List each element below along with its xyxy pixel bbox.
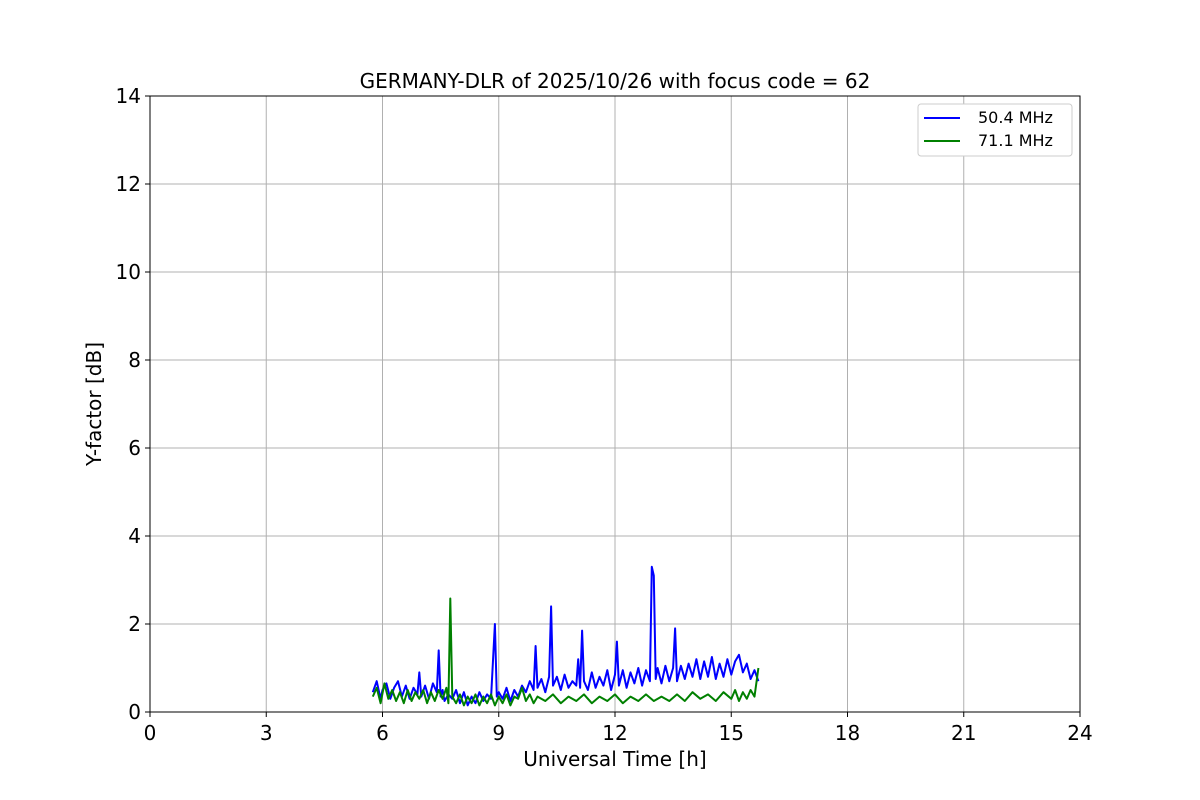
y-tick-label: 0 (128, 700, 141, 724)
x-tick-label: 12 (602, 721, 627, 745)
chart: GERMANY-DLR of 2025/10/26 with focus cod… (0, 0, 1200, 800)
y-tick-label: 6 (128, 436, 141, 460)
x-tick-label: 21 (951, 721, 976, 745)
x-tick-label: 0 (144, 721, 157, 745)
x-tick-label: 18 (835, 721, 860, 745)
legend-label-1: 71.1 MHz (978, 131, 1053, 150)
y-tick-label: 10 (116, 260, 141, 284)
y-tick-label: 8 (128, 348, 141, 372)
x-tick-label: 24 (1067, 721, 1092, 745)
x-axis-label: Universal Time [h] (523, 747, 706, 771)
y-tick-label: 2 (128, 612, 141, 636)
legend-label-0: 50.4 MHz (978, 108, 1053, 127)
legend: 50.4 MHz 71.1 MHz (917, 103, 1073, 157)
x-tick-label: 3 (260, 721, 273, 745)
y-tick-label: 14 (116, 84, 141, 108)
y-tick-label: 12 (116, 172, 141, 196)
x-tick-label: 6 (376, 721, 389, 745)
chart-title: GERMANY-DLR of 2025/10/26 with focus cod… (360, 69, 871, 93)
x-tick-label: 9 (492, 721, 505, 745)
y-tick-label: 4 (128, 524, 141, 548)
x-tick-label: 15 (719, 721, 744, 745)
y-axis-label: Y-factor [dB] (82, 342, 106, 467)
